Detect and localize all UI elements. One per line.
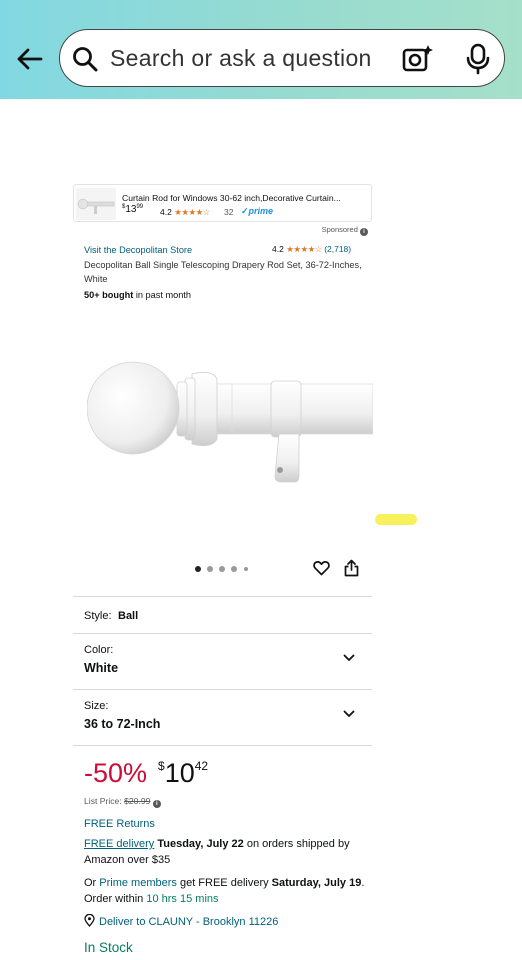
prime-or: Or [84, 877, 100, 889]
carousel-dot[interactable] [219, 566, 225, 572]
style-label: Style: [84, 610, 112, 622]
bought-in-past-month: 50+ bought in past month [84, 290, 191, 300]
size-value: 36 to 72-Inch [84, 717, 161, 731]
product-title: Decopolitan Ball Single Telescoping Drap… [84, 260, 362, 284]
stock-status: In Stock [84, 940, 133, 955]
carousel-dot[interactable] [231, 566, 237, 572]
bought-text: in past month [133, 290, 191, 300]
free-returns-link[interactable]: FREE Returns [84, 818, 155, 830]
camera-icon[interactable] [401, 43, 433, 75]
store-link[interactable]: Visit the Decopolitan Store [84, 245, 192, 255]
size-option[interactable]: Size: 36 to 72-Inch [73, 689, 372, 746]
back-arrow-icon[interactable] [14, 44, 44, 74]
list-price-value: $20.99 [124, 796, 151, 806]
info-icon[interactable]: i [360, 228, 368, 236]
rating-count[interactable]: (2,718) [324, 244, 351, 254]
product-image[interactable] [87, 344, 373, 504]
color-label: Color: [84, 644, 114, 656]
sponsored-text: Sponsored [321, 225, 358, 234]
image-carousel-dots[interactable] [195, 566, 255, 574]
deliver-to-link[interactable]: Deliver to CLAUNY - Brooklyn 11226 [84, 914, 278, 928]
star-rating-icon: ★★★★☆ [174, 207, 210, 217]
price-whole: 13 [125, 204, 137, 215]
rating-value: 4.2 [160, 207, 172, 217]
current-price: $1042 [158, 758, 208, 789]
highlight-mark [375, 514, 417, 525]
price-whole: 10 [164, 758, 195, 788]
price-fraction: 42 [194, 759, 209, 773]
prime-label: prime [248, 206, 274, 216]
sponsored-price: $1399 [122, 204, 143, 215]
search-icon [73, 47, 98, 72]
color-option[interactable]: Color: White [73, 633, 372, 690]
location-pin-icon [84, 914, 95, 927]
microphone-icon[interactable] [465, 43, 491, 75]
chevron-down-icon[interactable] [343, 654, 355, 662]
free-delivery-link[interactable]: FREE delivery [84, 838, 154, 850]
prime-members-link[interactable]: Prime members [99, 877, 177, 889]
rating-value: 4.2 [272, 244, 284, 254]
carousel-dot[interactable] [207, 566, 213, 572]
prime-delivery-info: Or Prime members get FREE delivery Satur… [84, 875, 374, 907]
check-icon: ✓ [241, 206, 249, 216]
currency-symbol: $ [158, 759, 165, 773]
delivery-date: Tuesday, July 22 [157, 838, 244, 850]
bought-count: 50+ bought [84, 290, 134, 300]
prime-mid: get FREE delivery [176, 877, 272, 889]
deliver-to-text: Deliver to CLAUNY - Brooklyn 11226 [99, 916, 279, 928]
sponsored-label[interactable]: Sponsored i [322, 225, 368, 236]
carousel-dot-active[interactable] [195, 566, 201, 572]
top-bar: Search or ask a question [0, 0, 522, 99]
carousel-dot[interactable] [244, 567, 248, 571]
product-rating[interactable]: 4.2 ★★★★☆ (2,718) [272, 244, 351, 255]
search-input[interactable]: Search or ask a question [110, 45, 372, 72]
info-icon[interactable]: i [152, 800, 161, 808]
size-label: Size: [84, 700, 109, 712]
discount-percent: -50% [84, 758, 148, 788]
delivery-info: FREE delivery Tuesday, July 22 on orders… [84, 836, 374, 868]
sponsored-rating: 4.2 ★★★★☆ [160, 207, 210, 218]
style-option[interactable]: Style: Ball [73, 596, 372, 634]
list-price: List Price: $20.99 i [84, 796, 161, 808]
price-fraction: 99 [136, 204, 144, 210]
sponsored-review-count: 32 [224, 207, 234, 217]
prime-badge: ✓prime [241, 206, 273, 217]
sponsored-product-title[interactable]: Curtain Rod for Windows 30-62 inch,Decor… [122, 193, 366, 203]
star-rating-icon: ★★★★☆ [286, 244, 322, 254]
sponsored-product-card[interactable]: Curtain Rod for Windows 30-62 inch,Decor… [73, 184, 372, 222]
heart-icon[interactable] [313, 560, 330, 576]
color-value: White [84, 661, 119, 675]
list-price-label: List Price: [84, 796, 125, 806]
search-bar[interactable]: Search or ask a question [59, 29, 505, 87]
share-icon[interactable] [344, 559, 359, 577]
order-countdown: 10 hrs 15 mins [146, 893, 219, 905]
style-value: Ball [118, 610, 139, 622]
sponsored-product-image [76, 188, 116, 220]
prime-date: Saturday, July 19 [271, 877, 362, 889]
chevron-down-icon[interactable] [343, 710, 355, 718]
